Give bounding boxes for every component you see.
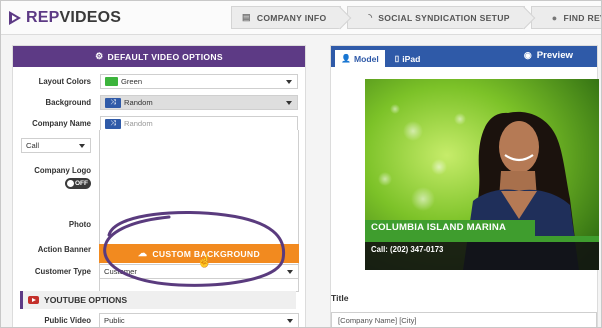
cogs-icon: ⚙ [95,51,104,61]
public-video-select[interactable]: Public [99,313,299,327]
panel-title: DEFAULT VIDEO OPTIONS [107,51,223,62]
step-label: FIND REVIEWS [563,12,601,23]
company-logo-toggle[interactable]: OFF [65,178,91,189]
brand-name: REPVIDEOS [26,9,122,26]
tab-ipad[interactable]: ▯ iPad [389,50,427,67]
call-select[interactable]: Call [21,138,91,153]
preview-title: ◉ Preview [524,50,573,61]
chevron-down-icon [287,319,293,323]
public-video-label: Public Video [44,316,91,325]
play-logo-icon [9,11,21,25]
select-value: Public [104,316,125,325]
preview-panel: 👤 Model ▯ iPad ◉ Preview COLUMBIA ISLAND… [330,45,599,327]
section-title: YOUTUBE OPTIONS [44,295,128,305]
rss-icon: ◝ [368,12,373,22]
select-value: Green [121,77,143,86]
company-logo-label: Company Logo [34,166,91,175]
action-banner-label: Action Banner [37,245,91,254]
select-value: Customer [104,267,137,276]
option-label: Random [124,119,153,128]
step-label: COMPANY INFO [256,12,327,23]
accent-bar [20,291,23,309]
toggle-state: OFF [75,180,88,187]
hand-cursor-icon: ☝ [197,254,212,268]
step-company-info[interactable]: ▤ COMPANY INFO [231,6,342,29]
panel-header: ⚙ DEFAULT VIDEO OPTIONS [13,46,305,67]
eye-icon: ◉ [523,50,532,60]
title-input[interactable]: [Company Name] [City] [331,312,597,327]
video-frame [365,79,599,270]
color-swatch [105,77,118,86]
preview-label: Preview [536,50,573,61]
default-video-options-panel: ⚙ DEFAULT VIDEO OPTIONS Layout Colors Gr… [12,45,306,327]
chevron-down-icon [286,101,292,105]
app-window: REPVIDEOS ▤ COMPANY INFO ◝ SOCIAL SYNDIC… [0,0,602,328]
preview-header: 👤 Model ▯ iPad ◉ Preview [331,46,597,67]
comment-icon: ● [551,12,558,23]
video-preview[interactable]: COLUMBIA ISLAND MARINA Call: (202) 347-0… [365,79,599,270]
layout-colors-select[interactable]: Green [100,74,298,89]
background-select[interactable]: ⤨ Random [100,95,298,110]
title-label: Title [331,293,349,303]
youtube-icon [28,296,39,304]
chevron-down-icon [287,270,293,274]
select-value: Random [124,98,153,107]
banner-phone: Call: (202) 347-0173 [371,245,444,254]
cloud-upload-icon: ☁ [138,248,148,258]
logo[interactable]: REPVIDEOS [9,9,121,27]
select-value: Call [26,141,40,150]
shuffle-icon: ⤨ [105,97,121,108]
background-option-random[interactable]: ⤨ Random [100,116,298,131]
customer-type-label: Customer Type [34,267,91,276]
chevron-down-icon [286,80,292,84]
chevron-down-icon [79,144,85,148]
tab-label: Model [353,53,379,64]
step-find-reviews[interactable]: ● FIND REVIEWS [530,6,601,29]
step-social-syndication[interactable]: ◝ SOCIAL SYNDICATION SETUP [347,6,525,29]
company-name-label: Company Name [32,119,91,128]
list-icon: ▤ [242,12,251,22]
user-icon: 👤 [341,54,351,63]
tablet-icon: ▯ [394,54,400,63]
top-bar: REPVIDEOS ▤ COMPANY INFO ◝ SOCIAL SYNDIC… [1,1,601,35]
tab-model[interactable]: 👤 Model [335,50,385,67]
banner-title: COLUMBIA ISLAND MARINA [371,222,507,233]
tab-label: iPad [402,53,421,64]
shuffle-icon: ⤨ [105,118,121,129]
step-label: SOCIAL SYNDICATION SETUP [378,12,510,23]
layout-colors-label: Layout Colors [38,77,91,86]
setup-steps: ▤ COMPANY INFO ◝ SOCIAL SYNDICATION SETU… [231,6,601,29]
youtube-options-header: YOUTUBE OPTIONS [20,291,296,309]
background-label: Background [45,98,92,107]
photo-label: Photo [68,220,91,229]
